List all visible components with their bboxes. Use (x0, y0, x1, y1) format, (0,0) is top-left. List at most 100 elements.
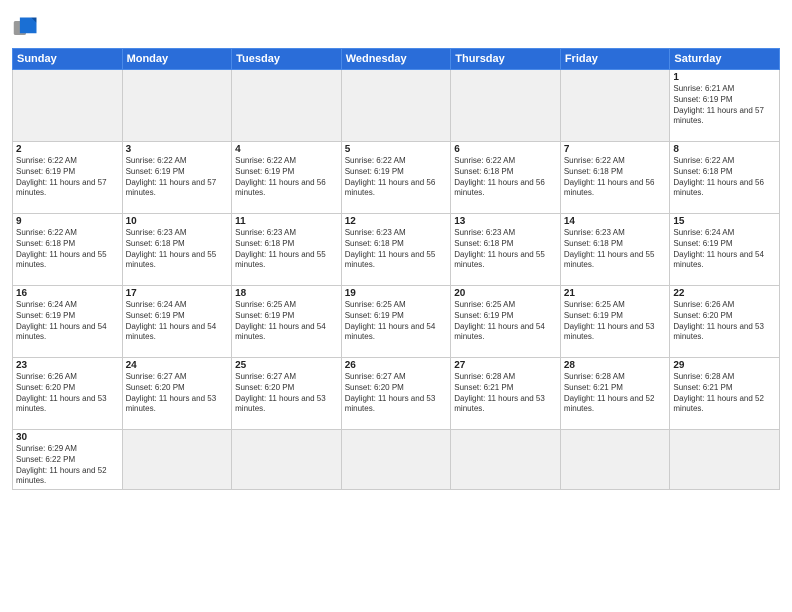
day-info: Sunrise: 6:22 AMSunset: 6:19 PMDaylight:… (126, 156, 229, 199)
day-cell: 7Sunrise: 6:22 AMSunset: 6:18 PMDaylight… (560, 142, 670, 214)
day-cell: 26Sunrise: 6:27 AMSunset: 6:20 PMDayligh… (341, 358, 451, 430)
day-number: 27 (454, 360, 557, 371)
day-number: 7 (564, 144, 667, 155)
day-info: Sunrise: 6:28 AMSunset: 6:21 PMDaylight:… (673, 372, 776, 415)
day-info: Sunrise: 6:22 AMSunset: 6:19 PMDaylight:… (345, 156, 448, 199)
day-cell: 10Sunrise: 6:23 AMSunset: 6:18 PMDayligh… (122, 214, 232, 286)
day-info: Sunrise: 6:26 AMSunset: 6:20 PMDaylight:… (16, 372, 119, 415)
day-info: Sunrise: 6:27 AMSunset: 6:20 PMDaylight:… (235, 372, 338, 415)
weekday-header-saturday: Saturday (670, 49, 780, 70)
day-cell (122, 430, 232, 490)
day-info: Sunrise: 6:22 AMSunset: 6:19 PMDaylight:… (235, 156, 338, 199)
page: SundayMondayTuesdayWednesdayThursdayFrid… (0, 0, 792, 612)
day-cell: 14Sunrise: 6:23 AMSunset: 6:18 PMDayligh… (560, 214, 670, 286)
day-info: Sunrise: 6:23 AMSunset: 6:18 PMDaylight:… (564, 228, 667, 271)
weekday-header-thursday: Thursday (451, 49, 561, 70)
day-number: 5 (345, 144, 448, 155)
day-cell: 17Sunrise: 6:24 AMSunset: 6:19 PMDayligh… (122, 286, 232, 358)
weekday-header-friday: Friday (560, 49, 670, 70)
day-cell: 30Sunrise: 6:29 AMSunset: 6:22 PMDayligh… (13, 430, 123, 490)
day-cell: 18Sunrise: 6:25 AMSunset: 6:19 PMDayligh… (232, 286, 342, 358)
day-cell: 12Sunrise: 6:23 AMSunset: 6:18 PMDayligh… (341, 214, 451, 286)
day-cell: 6Sunrise: 6:22 AMSunset: 6:18 PMDaylight… (451, 142, 561, 214)
day-cell: 11Sunrise: 6:23 AMSunset: 6:18 PMDayligh… (232, 214, 342, 286)
weekday-header-sunday: Sunday (13, 49, 123, 70)
day-number: 25 (235, 360, 338, 371)
day-number: 30 (16, 432, 119, 443)
day-cell: 25Sunrise: 6:27 AMSunset: 6:20 PMDayligh… (232, 358, 342, 430)
day-info: Sunrise: 6:21 AMSunset: 6:19 PMDaylight:… (673, 84, 776, 127)
day-info: Sunrise: 6:22 AMSunset: 6:19 PMDaylight:… (16, 156, 119, 199)
day-info: Sunrise: 6:28 AMSunset: 6:21 PMDaylight:… (454, 372, 557, 415)
day-cell (232, 430, 342, 490)
weekday-header-tuesday: Tuesday (232, 49, 342, 70)
day-info: Sunrise: 6:25 AMSunset: 6:19 PMDaylight:… (454, 300, 557, 343)
day-info: Sunrise: 6:29 AMSunset: 6:22 PMDaylight:… (16, 444, 119, 487)
week-row-2: 9Sunrise: 6:22 AMSunset: 6:18 PMDaylight… (13, 214, 780, 286)
day-cell (122, 70, 232, 142)
logo-icon (12, 14, 40, 42)
day-number: 13 (454, 216, 557, 227)
day-number: 23 (16, 360, 119, 371)
day-info: Sunrise: 6:26 AMSunset: 6:20 PMDaylight:… (673, 300, 776, 343)
day-number: 8 (673, 144, 776, 155)
day-cell: 22Sunrise: 6:26 AMSunset: 6:20 PMDayligh… (670, 286, 780, 358)
logo (12, 14, 44, 42)
day-cell: 5Sunrise: 6:22 AMSunset: 6:19 PMDaylight… (341, 142, 451, 214)
day-number: 29 (673, 360, 776, 371)
day-info: Sunrise: 6:23 AMSunset: 6:18 PMDaylight:… (454, 228, 557, 271)
day-number: 15 (673, 216, 776, 227)
day-info: Sunrise: 6:23 AMSunset: 6:18 PMDaylight:… (235, 228, 338, 271)
day-info: Sunrise: 6:24 AMSunset: 6:19 PMDaylight:… (16, 300, 119, 343)
day-info: Sunrise: 6:23 AMSunset: 6:18 PMDaylight:… (345, 228, 448, 271)
day-number: 9 (16, 216, 119, 227)
week-row-1: 2Sunrise: 6:22 AMSunset: 6:19 PMDaylight… (13, 142, 780, 214)
day-info: Sunrise: 6:22 AMSunset: 6:18 PMDaylight:… (673, 156, 776, 199)
day-number: 10 (126, 216, 229, 227)
day-number: 19 (345, 288, 448, 299)
weekday-header-wednesday: Wednesday (341, 49, 451, 70)
day-number: 18 (235, 288, 338, 299)
week-row-4: 23Sunrise: 6:26 AMSunset: 6:20 PMDayligh… (13, 358, 780, 430)
day-number: 1 (673, 72, 776, 83)
day-cell: 24Sunrise: 6:27 AMSunset: 6:20 PMDayligh… (122, 358, 232, 430)
day-info: Sunrise: 6:25 AMSunset: 6:19 PMDaylight:… (345, 300, 448, 343)
day-number: 14 (564, 216, 667, 227)
day-info: Sunrise: 6:25 AMSunset: 6:19 PMDaylight:… (564, 300, 667, 343)
day-cell: 23Sunrise: 6:26 AMSunset: 6:20 PMDayligh… (13, 358, 123, 430)
week-row-5: 30Sunrise: 6:29 AMSunset: 6:22 PMDayligh… (13, 430, 780, 490)
day-number: 28 (564, 360, 667, 371)
day-number: 4 (235, 144, 338, 155)
day-number: 11 (235, 216, 338, 227)
day-number: 6 (454, 144, 557, 155)
day-number: 2 (16, 144, 119, 155)
day-number: 20 (454, 288, 557, 299)
day-info: Sunrise: 6:25 AMSunset: 6:19 PMDaylight:… (235, 300, 338, 343)
day-number: 24 (126, 360, 229, 371)
day-cell: 2Sunrise: 6:22 AMSunset: 6:19 PMDaylight… (13, 142, 123, 214)
day-cell (451, 70, 561, 142)
day-number: 16 (16, 288, 119, 299)
day-cell: 20Sunrise: 6:25 AMSunset: 6:19 PMDayligh… (451, 286, 561, 358)
day-number: 26 (345, 360, 448, 371)
day-number: 17 (126, 288, 229, 299)
weekday-header-row: SundayMondayTuesdayWednesdayThursdayFrid… (13, 49, 780, 70)
day-cell: 8Sunrise: 6:22 AMSunset: 6:18 PMDaylight… (670, 142, 780, 214)
day-cell (13, 70, 123, 142)
day-info: Sunrise: 6:28 AMSunset: 6:21 PMDaylight:… (564, 372, 667, 415)
day-info: Sunrise: 6:23 AMSunset: 6:18 PMDaylight:… (126, 228, 229, 271)
day-cell: 16Sunrise: 6:24 AMSunset: 6:19 PMDayligh… (13, 286, 123, 358)
day-info: Sunrise: 6:24 AMSunset: 6:19 PMDaylight:… (673, 228, 776, 271)
day-number: 3 (126, 144, 229, 155)
day-cell (670, 430, 780, 490)
day-cell: 13Sunrise: 6:23 AMSunset: 6:18 PMDayligh… (451, 214, 561, 286)
day-info: Sunrise: 6:24 AMSunset: 6:19 PMDaylight:… (126, 300, 229, 343)
day-cell (560, 430, 670, 490)
day-cell: 3Sunrise: 6:22 AMSunset: 6:19 PMDaylight… (122, 142, 232, 214)
week-row-3: 16Sunrise: 6:24 AMSunset: 6:19 PMDayligh… (13, 286, 780, 358)
day-info: Sunrise: 6:27 AMSunset: 6:20 PMDaylight:… (345, 372, 448, 415)
day-cell: 1Sunrise: 6:21 AMSunset: 6:19 PMDaylight… (670, 70, 780, 142)
week-row-0: 1Sunrise: 6:21 AMSunset: 6:19 PMDaylight… (13, 70, 780, 142)
day-cell: 15Sunrise: 6:24 AMSunset: 6:19 PMDayligh… (670, 214, 780, 286)
day-number: 22 (673, 288, 776, 299)
